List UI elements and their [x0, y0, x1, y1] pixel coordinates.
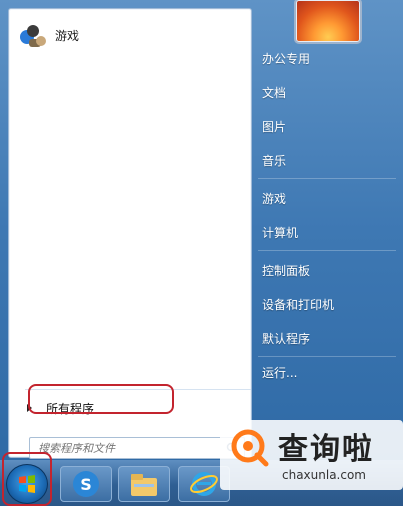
divider	[258, 356, 396, 357]
nav-item-label: 文档	[262, 85, 287, 100]
nav-item-label: 游戏	[262, 191, 287, 206]
divider	[258, 178, 396, 179]
nav-item-office[interactable]: 办公专用	[262, 46, 396, 70]
search-field[interactable]	[29, 437, 245, 459]
svg-text:S: S	[80, 475, 92, 494]
nav-item-label: 办公专用	[262, 51, 311, 66]
sogou-logo-icon: S	[73, 471, 99, 497]
all-programs-highlight	[28, 384, 174, 414]
nav-item-label: 设备和打印机	[262, 297, 335, 312]
nav-item-documents[interactable]: 文档	[262, 80, 396, 104]
ie-logo-icon	[190, 472, 218, 496]
divider	[258, 250, 396, 251]
watermark-url: chaxunla.com	[282, 468, 366, 482]
nav-item-label: 音乐	[262, 153, 287, 168]
pinned-item-games[interactable]: 游戏	[13, 15, 247, 55]
nav-item-control-panel[interactable]: 控制面板	[262, 258, 396, 282]
nav-item-label: 运行...	[262, 365, 298, 380]
start-menu-right-panel: 办公专用 文档 图片 音乐 游戏 计算机 控制面板 设备和打印机 默认程序 运行…	[252, 0, 403, 460]
start-button-highlight	[2, 452, 52, 506]
nav-item-label: 图片	[262, 119, 287, 134]
nav-item-run[interactable]: 运行...	[262, 360, 396, 384]
file-explorer-icon[interactable]	[118, 466, 170, 502]
watermark: 查询啦 chaxunla.com	[220, 420, 403, 490]
chaxunla-logo-icon	[231, 429, 269, 467]
folder-icon	[131, 474, 157, 496]
user-picture-icon[interactable]	[296, 0, 360, 42]
nav-item-computer[interactable]: 计算机	[262, 220, 396, 244]
games-icon	[20, 25, 46, 47]
nav-item-music[interactable]: 音乐	[262, 148, 396, 172]
nav-item-games[interactable]: 游戏	[262, 186, 396, 210]
nav-item-devices-printers[interactable]: 设备和打印机	[262, 292, 396, 316]
nav-item-label: 默认程序	[262, 331, 311, 346]
sogou-input-icon[interactable]: S	[60, 466, 112, 502]
pinned-item-label: 游戏	[55, 28, 80, 43]
nav-item-default-programs[interactable]: 默认程序	[262, 326, 396, 350]
nav-item-label: 计算机	[262, 225, 299, 240]
nav-item-pictures[interactable]: 图片	[262, 114, 396, 138]
nav-item-label: 控制面板	[262, 263, 311, 278]
watermark-title: 查询啦	[278, 432, 374, 467]
search-input[interactable]	[36, 440, 220, 456]
